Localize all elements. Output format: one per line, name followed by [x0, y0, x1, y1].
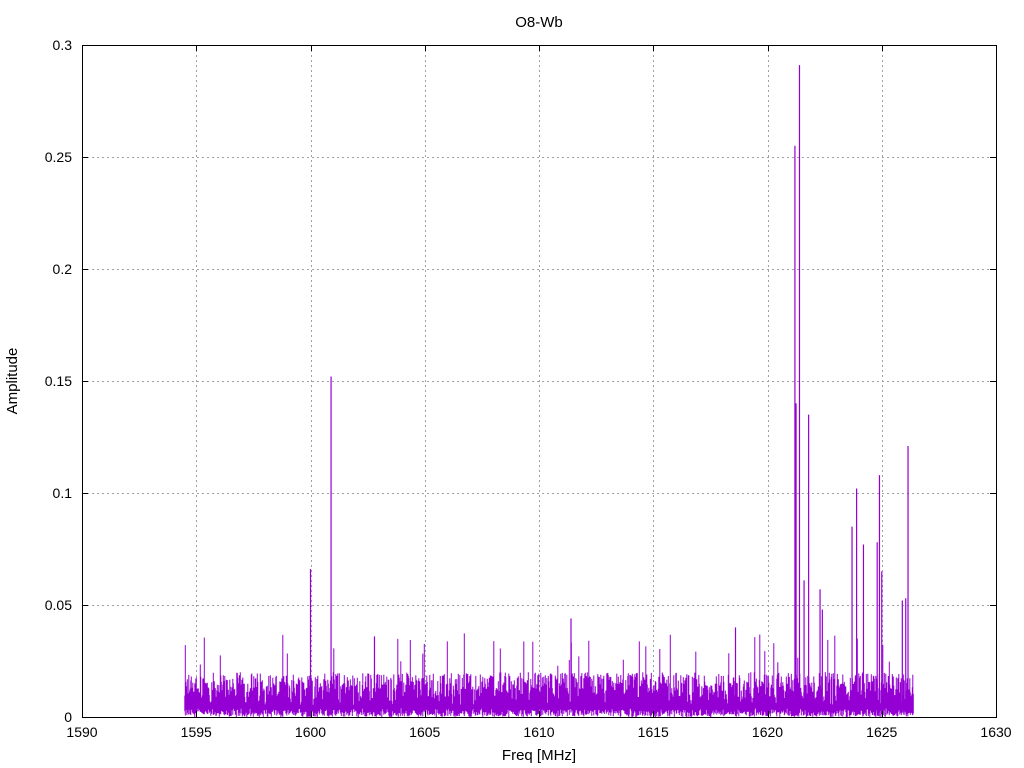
x-tick-label: 1610 [523, 724, 554, 740]
y-tick-label: 0.3 [53, 37, 73, 53]
y-axis-label: Amplitude [4, 348, 21, 415]
x-tick-label: 1620 [752, 724, 783, 740]
y-tick-label: 0 [64, 709, 72, 725]
axis-ticks: 1590 1595 1600 1605 1610 1615 1620 1625 1630 0 0.0… [45, 37, 1012, 740]
grid-lines [82, 45, 996, 717]
y-tick-label: 0.05 [45, 597, 72, 613]
y-tick-label: 0.2 [53, 261, 73, 277]
y-tick-label: 0.1 [53, 485, 73, 501]
x-tick-label: 1625 [866, 724, 897, 740]
x-tick-label: 1595 [181, 724, 212, 740]
chart-title: O8-Wb [515, 14, 563, 31]
y-tick-label: 0.15 [45, 373, 72, 389]
y-tick-label: 0.25 [45, 149, 72, 165]
x-tick-label: 1615 [638, 724, 669, 740]
data-series [184, 65, 914, 717]
x-tick-label: 1600 [295, 724, 326, 740]
x-tick-label: 1605 [409, 724, 440, 740]
x-tick-label: 1630 [980, 724, 1011, 740]
x-axis-label: Freq [MHz] [502, 747, 576, 764]
x-tick-label: 1590 [66, 724, 97, 740]
spectrum-chart: O8-Wb 1590 1595 1600 1605 1610 1615 1620 1625 16… [4, 14, 1012, 764]
